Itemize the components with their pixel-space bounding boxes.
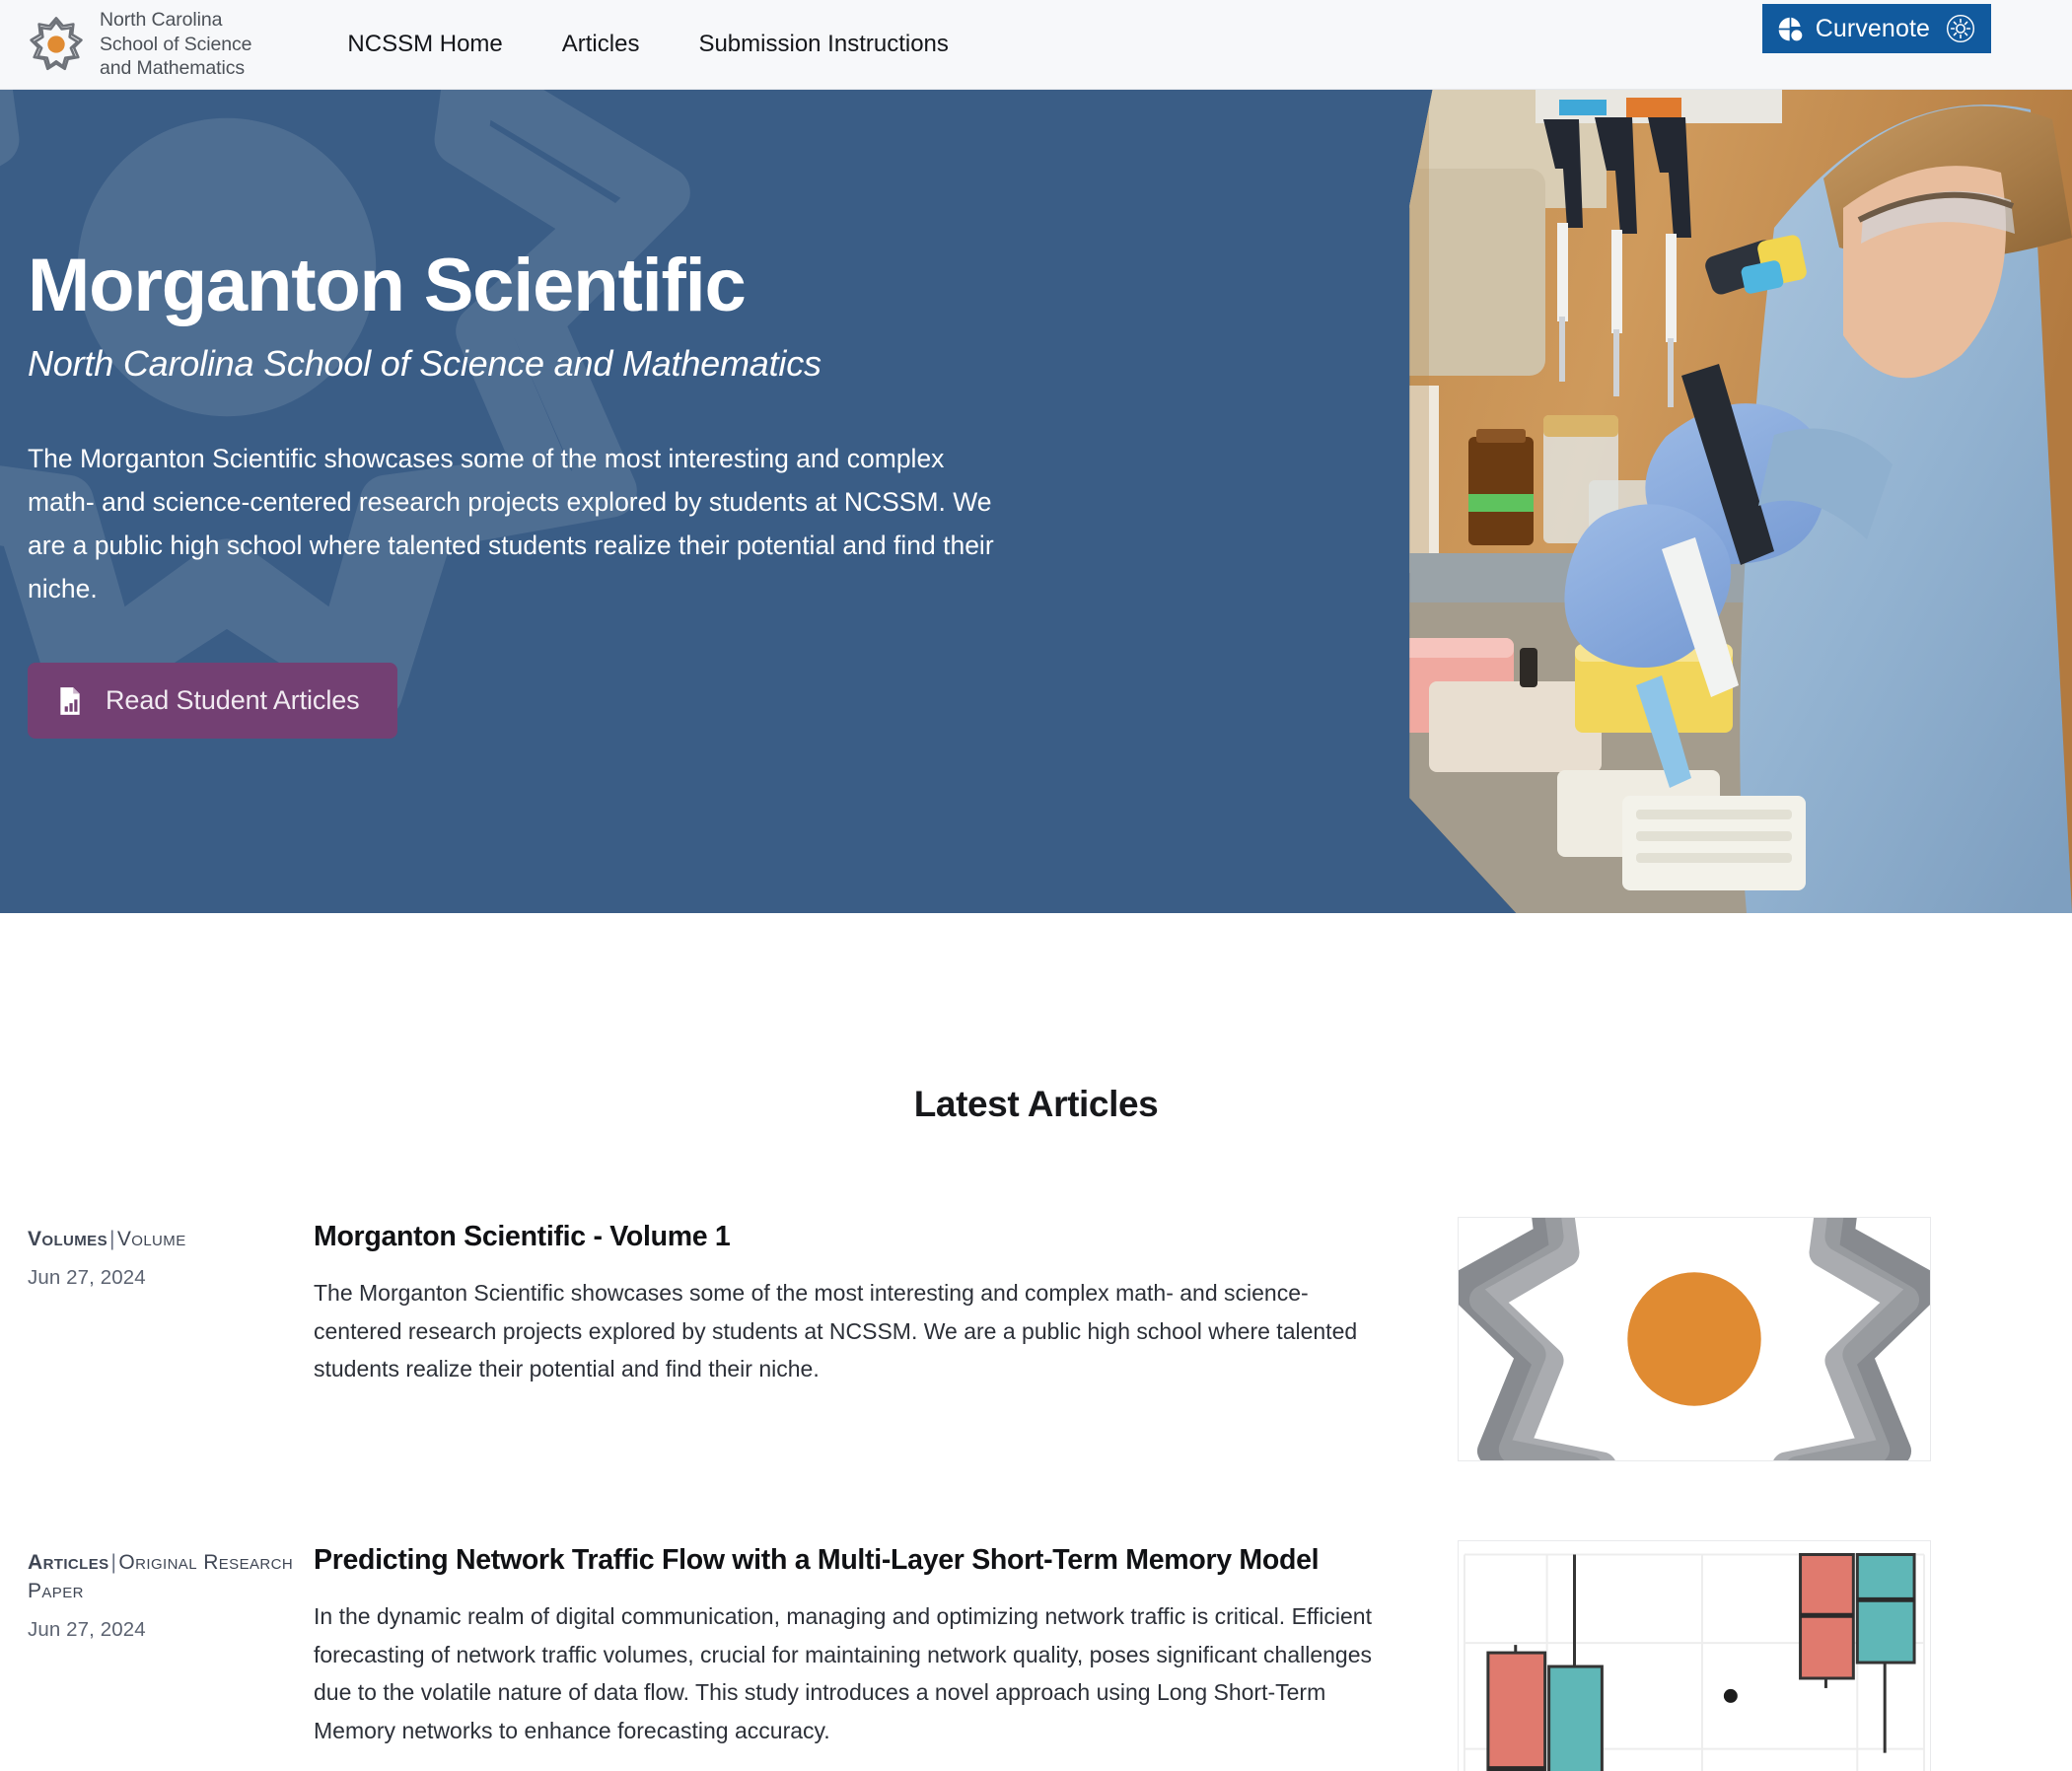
section-title-latest-articles: Latest Articles xyxy=(913,1084,1159,1124)
article-kicker: Articles|Original Research Paper xyxy=(28,1548,314,1605)
ncssm-star-logo-thumbnail[interactable] xyxy=(1458,1217,1931,1461)
article-kicker-primary[interactable]: Articles xyxy=(28,1551,109,1574)
brand-line-2: School of Science xyxy=(100,33,252,55)
hero-title: Morganton Scientific xyxy=(28,244,747,327)
brand-line-3: and Mathematics xyxy=(100,57,245,80)
hero-description: The Morganton Scientific showcases some … xyxy=(28,444,994,603)
article-description: In the dynamic realm of digital communic… xyxy=(314,1603,1373,1743)
brand-text: North Carolina School of Science and Mat… xyxy=(100,8,252,81)
nav-link-submission-instructions[interactable]: Submission Instructions xyxy=(698,31,948,58)
latest-articles-section: Latest Articles Volumes|Volume Jun 27, 2… xyxy=(0,1084,2072,1771)
hero-subtitle: North Carolina School of Science and Mat… xyxy=(28,343,822,384)
site-brand[interactable]: North Carolina School of Science and Mat… xyxy=(26,8,252,81)
nav-link-articles[interactable]: Articles xyxy=(562,31,640,58)
article-kicker-separator: | xyxy=(110,1551,117,1574)
article-list-item[interactable]: Volumes|Volume Jun 27, 2024 Morganton Sc… xyxy=(28,1217,2044,1461)
article-date: Jun 27, 2024 xyxy=(28,1266,146,1289)
nav-link-ncssm-home[interactable]: NCSSM Home xyxy=(347,31,502,58)
top-navigation-bar: North Carolina School of Science and Mat… xyxy=(0,0,2072,90)
article-title[interactable]: Morganton Scientific - Volume 1 xyxy=(314,1219,1396,1254)
document-chart-icon xyxy=(57,686,83,716)
article-kicker-primary[interactable]: Volumes xyxy=(28,1228,107,1250)
article-description: The Morganton Scientific showcases some … xyxy=(314,1280,1358,1381)
article-body: Predicting Network Traffic Flow with a M… xyxy=(314,1540,1458,1749)
curvenote-logo-icon xyxy=(1777,16,1804,42)
brand-line-1: North Carolina xyxy=(100,9,223,32)
hero-content: Morganton Scientific North Carolina Scho… xyxy=(0,246,2072,739)
primary-nav-links: NCSSM Home Articles Submission Instructi… xyxy=(347,31,949,58)
article-kicker-separator: | xyxy=(108,1228,115,1250)
curvenote-label: Curvenote xyxy=(1815,14,1930,42)
read-student-articles-label: Read Student Articles xyxy=(106,685,360,715)
article-meta: Volumes|Volume Jun 27, 2024 xyxy=(28,1217,314,1290)
sun-brightness-icon[interactable] xyxy=(1946,14,1975,43)
article-title[interactable]: Predicting Network Traffic Flow with a M… xyxy=(314,1542,1396,1578)
hero-banner: Morganton Scientific North Carolina Scho… xyxy=(0,90,2072,913)
article-list-item[interactable]: Articles|Original Research Paper Jun 27,… xyxy=(28,1540,2044,1771)
ncssm-star-logo-icon xyxy=(26,14,87,75)
article-kicker: Volumes|Volume xyxy=(28,1225,314,1253)
boxplot-chart-thumbnail[interactable] xyxy=(1458,1540,1931,1771)
read-student-articles-button[interactable]: Read Student Articles xyxy=(28,663,397,739)
article-meta: Articles|Original Research Paper Jun 27,… xyxy=(28,1540,314,1642)
curvenote-badge[interactable]: Curvenote xyxy=(1761,4,1991,53)
article-body: Morganton Scientific - Volume 1 The Morg… xyxy=(314,1217,1458,1388)
article-kicker-secondary[interactable]: Volume xyxy=(117,1228,186,1250)
article-date: Jun 27, 2024 xyxy=(28,1618,146,1641)
